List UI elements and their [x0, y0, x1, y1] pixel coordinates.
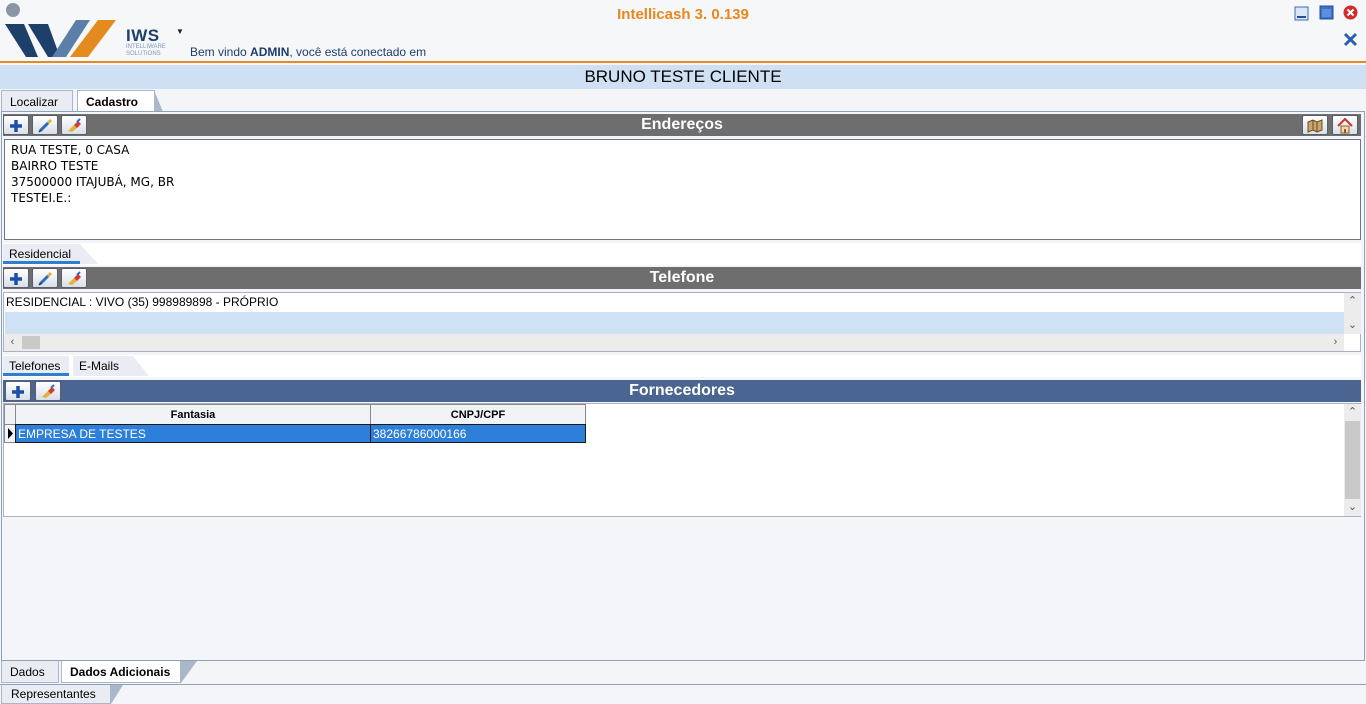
close-app-icon[interactable] — [1343, 32, 1358, 47]
endereco-line-city: 37500000 ITAJUBÁ, MG, BR — [11, 175, 175, 189]
table-cell-fantasia[interactable]: EMPRESA DE TESTES — [15, 424, 371, 443]
telefone-selected-row[interactable] — [5, 312, 1344, 334]
scroll-right-icon[interactable]: › — [1327, 334, 1344, 351]
table-cell-cnpj[interactable]: 38266786000166 — [370, 424, 586, 443]
maximize-icon[interactable] — [1319, 5, 1334, 20]
endereco-text: RUA TESTE, 0 CASA BAIRRO TESTE 37500000 … — [4, 139, 1361, 240]
scroll-down-icon[interactable]: ⌄ — [1344, 317, 1361, 334]
endereco-line-street: RUA TESTE, 0 CASA — [11, 143, 130, 157]
endereco-line-ie: TESTEI.E.: — [11, 191, 72, 205]
fornecedores-header: Fornecedores — [3, 380, 1361, 402]
subtab-residencial-label: Residencial — [9, 247, 72, 261]
logo-text: IWS — [126, 26, 160, 45]
welcome-message: Bem vindo ADMIN, você está conectado em — [190, 45, 426, 59]
scroll-up-icon[interactable]: ⌃ — [1344, 293, 1361, 310]
fornecedores-title: Fornecedores — [629, 382, 735, 399]
edit-icon — [38, 271, 53, 286]
minimize-icon[interactable] — [1294, 6, 1309, 21]
subtab-telefones-label: Telefones — [9, 359, 61, 373]
tab-localizar[interactable]: Localizar — [1, 90, 73, 112]
fornecedores-grid[interactable]: Fantasia CNPJ/CPF EMPRESA DE TESTES 3826… — [3, 403, 1361, 517]
welcome-prefix: Bem vindo — [190, 45, 251, 59]
add-endereco-button[interactable] — [3, 115, 29, 135]
home-icon — [1337, 118, 1353, 134]
tab-slant — [154, 90, 163, 112]
chevron-down-icon[interactable]: ▼ — [176, 27, 184, 36]
enderecos-title: Endereços — [641, 116, 723, 133]
telefone-row[interactable]: RESIDENCIAL : VIVO (35) 998989898 - PRÓP… — [6, 294, 278, 311]
telefone-vscrollbar[interactable]: ⌃ ⌄ — [1344, 293, 1361, 334]
scroll-up-icon[interactable]: ⌃ — [1344, 404, 1361, 421]
logo-subtext-2: SOLUTIONS — [126, 51, 161, 57]
add-fornecedor-button[interactable] — [5, 381, 31, 401]
plus-icon — [10, 120, 22, 132]
col-fantasia[interactable]: Fantasia — [15, 404, 371, 425]
logo-subtext-1: INTELLIWARE — [126, 44, 166, 50]
plus-icon — [10, 273, 22, 285]
delete-fornecedor-button[interactable] — [35, 381, 61, 401]
plus-icon — [12, 386, 24, 398]
tab-slant — [181, 661, 197, 683]
edit-endereco-button[interactable] — [32, 115, 58, 135]
endereco-subtabstrip: Residencial — [3, 243, 1361, 265]
subtab-emails[interactable]: E-Mails — [73, 356, 133, 376]
fornecedores-vscrollbar[interactable]: ⌃ ⌄ — [1344, 404, 1361, 516]
tab-dados-label: Dados — [10, 665, 45, 679]
eraser-icon — [42, 384, 55, 398]
tab-dados-adicionais[interactable]: Dados Adicionais — [61, 661, 181, 683]
telefone-list[interactable]: RESIDENCIAL : VIVO (35) 998989898 - PRÓP… — [3, 292, 1361, 352]
map-button[interactable] — [1302, 115, 1328, 135]
tab-representantes[interactable]: Representantes — [1, 685, 111, 704]
subtab-telefones[interactable]: Telefones — [3, 356, 69, 376]
logo-subtext: INTELLIWARE SOLUTIONS — [126, 44, 166, 58]
row-pointer-icon — [8, 428, 13, 439]
welcome-user: ADMIN — [250, 45, 290, 59]
subtab-slant — [80, 244, 98, 264]
tab-cadastro-label: Cadastro — [86, 95, 139, 109]
vscroll-thumb[interactable] — [1345, 421, 1360, 499]
col-cnpj[interactable]: CNPJ/CPF — [370, 404, 586, 425]
close-icon[interactable] — [1343, 5, 1358, 20]
tab-dados-adicionais-label: Dados Adicionais — [70, 665, 171, 679]
edit-telefone-button[interactable] — [32, 268, 58, 288]
top-tabstrip: Localizar Cadastro — [1, 90, 1365, 112]
client-name: BRUNO TESTE CLIENTE — [0, 65, 1366, 89]
map-icon — [1307, 119, 1323, 133]
endereco-line-bairro: BAIRRO TESTE — [11, 159, 99, 173]
tab-representantes-label: Representantes — [11, 687, 96, 701]
hscroll-thumb[interactable] — [22, 336, 40, 349]
tab-localizar-label: Localizar — [10, 95, 59, 109]
telefone-subtabstrip: Telefones E-Mails — [3, 355, 1361, 377]
scroll-left-icon[interactable]: ‹ — [4, 334, 21, 351]
delete-endereco-button[interactable] — [61, 115, 87, 135]
enderecos-header: Endereços — [3, 114, 1361, 136]
tab-cadastro[interactable]: Cadastro — [77, 90, 163, 112]
telefone-header: Telefone — [3, 267, 1361, 289]
telefone-title: Telefone — [649, 269, 715, 286]
tab-slant — [111, 685, 123, 704]
welcome-suffix: , você está conectado em — [289, 45, 427, 59]
eraser-icon — [68, 271, 81, 285]
telefone-hscrollbar[interactable]: ‹ › — [4, 334, 1344, 351]
home-button[interactable] — [1332, 115, 1358, 135]
subtab-slant — [133, 356, 149, 376]
eraser-icon — [68, 118, 81, 132]
app-header: IWS INTELLIWARE SOLUTIONS ▼ Bem vindo AD… — [0, 0, 1366, 63]
bottom-tabstrip: Dados Dados Adicionais — [1, 661, 1365, 683]
subtab-emails-label: E-Mails — [79, 359, 120, 373]
delete-telefone-button[interactable] — [61, 268, 87, 288]
scroll-down-icon[interactable]: ⌄ — [1344, 499, 1361, 516]
edit-icon — [38, 118, 53, 133]
subtab-residencial[interactable]: Residencial — [3, 244, 80, 264]
bottom-divider — [0, 684, 1366, 685]
tab-dados[interactable]: Dados — [1, 661, 59, 683]
add-telefone-button[interactable] — [3, 268, 29, 288]
app-title: Intellicash 3. 0.139 — [617, 6, 749, 23]
